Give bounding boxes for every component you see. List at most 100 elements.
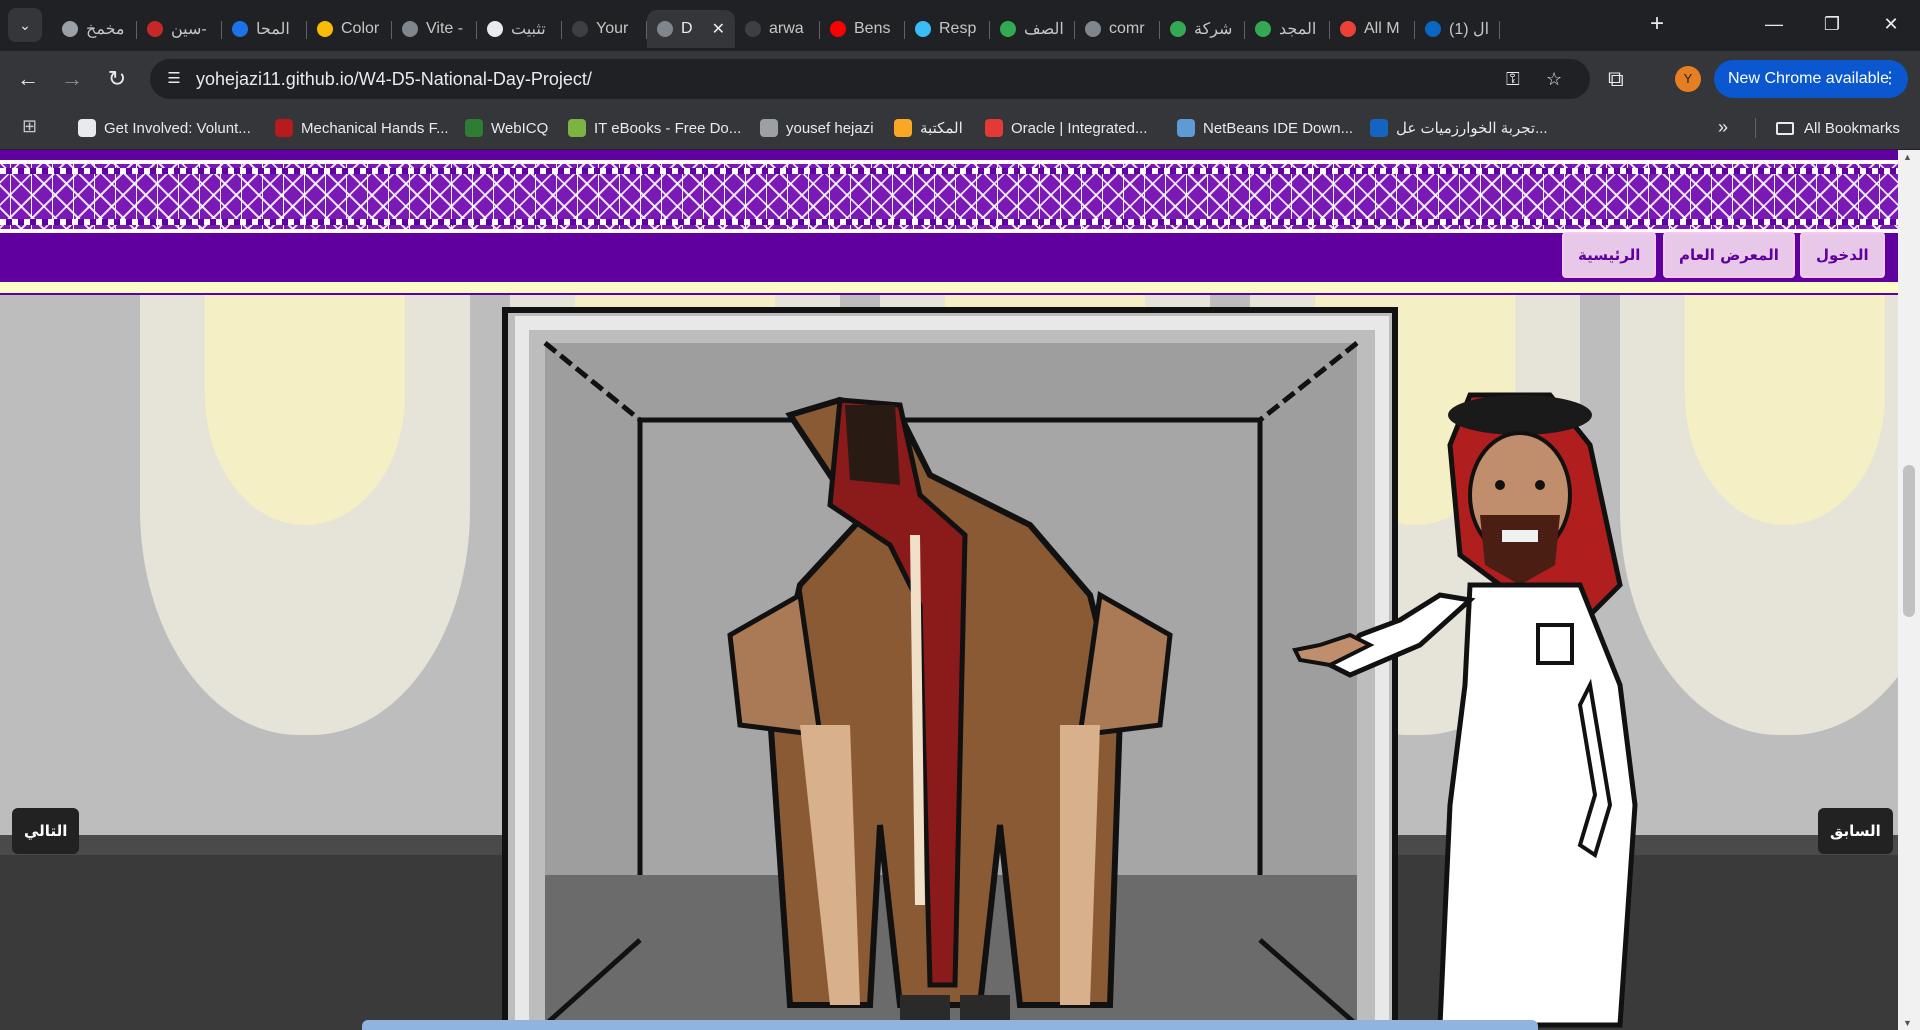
sadu-pattern-band bbox=[0, 160, 1898, 233]
all-bookmarks-button[interactable]: All Bookmarks bbox=[1776, 107, 1900, 149]
browser-tab[interactable]: D ✕ bbox=[647, 10, 735, 48]
all-bookmarks-label: All Bookmarks bbox=[1804, 119, 1900, 137]
site-settings-icon[interactable]: ☰ bbox=[164, 69, 184, 89]
sheet-icon bbox=[1000, 21, 1016, 37]
browser-tab[interactable]: المحا bbox=[222, 10, 307, 48]
browser-tab[interactable]: Bens bbox=[820, 10, 905, 48]
browser-tab[interactable]: arwa bbox=[735, 10, 820, 48]
browser-tab[interactable]: Vite - bbox=[392, 10, 477, 48]
bookmark-item[interactable]: Get Involved: Volunt... bbox=[78, 107, 251, 149]
bookmark-item[interactable]: Mechanical Hands F... bbox=[275, 107, 449, 149]
bookmark-label: WebICQ bbox=[491, 119, 549, 137]
bookmark-item[interactable]: WebICQ bbox=[465, 107, 548, 149]
restore-button[interactable]: ❐ bbox=[1803, 0, 1861, 48]
hands-logo-icon bbox=[275, 119, 293, 137]
tailwind-icon bbox=[915, 21, 931, 37]
browser-tab[interactable]: comr bbox=[1075, 10, 1160, 48]
m-logo-icon bbox=[78, 119, 96, 137]
nav-gallery-button[interactable]: المعرض العام bbox=[1663, 232, 1795, 278]
tab-title: سين- bbox=[171, 21, 207, 38]
bookmark-label: تجربة الخوارزميات عل... bbox=[1396, 120, 1548, 137]
extensions-icon[interactable]: ⧉ bbox=[1608, 66, 1624, 92]
h-logo-icon bbox=[1370, 119, 1388, 137]
bookmark-label: yousef hejazi bbox=[786, 119, 874, 137]
chrome-update-button[interactable]: New Chrome available ⋮ bbox=[1714, 60, 1908, 98]
forward-button[interactable]: → bbox=[58, 65, 86, 93]
tab-title: D bbox=[681, 20, 693, 37]
scrollbar-thumb[interactable] bbox=[1903, 465, 1915, 617]
icq-flower-icon bbox=[465, 119, 483, 137]
browser-toolbar: ← → ↻ ☰ yohejazi11.github.io/W4-D5-Natio… bbox=[0, 51, 1920, 107]
folder-icon bbox=[1776, 121, 1794, 135]
bookmark-label: NetBeans IDE Down... bbox=[1203, 119, 1354, 137]
browser-tab[interactable]: (1) ال bbox=[1415, 10, 1500, 48]
openai-icon bbox=[487, 21, 503, 37]
library-logo-icon bbox=[894, 119, 912, 137]
menu-kebab-icon[interactable]: ⋮ bbox=[1882, 60, 1898, 98]
address-bar[interactable]: ☰ yohejazi11.github.io/W4-D5-National-Da… bbox=[150, 59, 1590, 99]
tab-title: المجد bbox=[1279, 21, 1317, 38]
browser-tab[interactable]: Resp bbox=[905, 10, 990, 48]
globe-icon bbox=[1085, 21, 1101, 37]
password-key-icon[interactable]: ⚿ bbox=[1506, 69, 1520, 89]
bookmarks-divider bbox=[1755, 118, 1756, 138]
next-slide-button[interactable]: التالي bbox=[12, 808, 80, 854]
apps-grid-icon[interactable]: ⊞ bbox=[22, 116, 37, 137]
browser-tab[interactable]: تثبيت bbox=[477, 10, 562, 48]
tab-title: Color bbox=[341, 20, 380, 37]
bookmark-label: Mechanical Hands F... bbox=[301, 119, 449, 137]
close-tab-icon[interactable]: ✕ bbox=[712, 19, 725, 39]
bookmark-label: IT eBooks - Free Do... bbox=[594, 119, 742, 137]
bookmark-item[interactable]: IT eBooks - Free Do... bbox=[568, 107, 741, 149]
github-icon bbox=[572, 21, 588, 37]
bookmark-item[interactable]: NetBeans IDE Down... bbox=[1177, 107, 1353, 149]
tab-title: comr bbox=[1109, 20, 1145, 37]
browser-tab[interactable]: مخمخ - bbox=[52, 10, 137, 48]
tab-title: المحا bbox=[256, 21, 290, 38]
more-bookmarks-icon[interactable]: » bbox=[1718, 117, 1728, 138]
bookmark-item[interactable]: تجربة الخوارزميات عل... bbox=[1370, 107, 1548, 149]
browser-tab[interactable]: شركة bbox=[1160, 10, 1245, 48]
spotlight bbox=[140, 295, 470, 735]
bookmark-label: Oracle | Integrated... bbox=[1011, 119, 1148, 137]
bookmark-star-icon[interactable]: ☆ bbox=[1546, 69, 1562, 89]
tab-title: (1) ال bbox=[1449, 21, 1490, 38]
bookmark-item[interactable]: yousef hejazi bbox=[760, 107, 874, 149]
netbeans-icon bbox=[1177, 119, 1195, 137]
profile-avatar[interactable]: Y bbox=[1675, 66, 1701, 92]
tab-title: Your bbox=[596, 20, 629, 37]
browser-tab[interactable]: سين- bbox=[137, 10, 222, 48]
maps-pin-icon bbox=[1170, 21, 1186, 37]
previous-slide-button[interactable]: السابق bbox=[1818, 808, 1893, 854]
new-tab-button[interactable]: + bbox=[1650, 12, 1664, 36]
tab-title: All M bbox=[1364, 20, 1400, 37]
tab-title: Resp bbox=[939, 20, 977, 37]
tab-title: شركة bbox=[1194, 21, 1233, 38]
youtube-icon bbox=[830, 21, 846, 37]
browser-tab[interactable]: Your bbox=[562, 10, 647, 48]
bookmark-item[interactable]: Oracle | Integrated... bbox=[985, 107, 1147, 149]
browser-tab[interactable]: All M bbox=[1330, 10, 1415, 48]
guide-character-illustration bbox=[1292, 392, 1638, 1028]
header-accent-strip bbox=[0, 282, 1898, 293]
minimize-button[interactable]: — bbox=[1745, 0, 1803, 48]
close-window-button[interactable]: ✕ bbox=[1862, 0, 1920, 48]
globe-icon bbox=[657, 21, 673, 37]
url-text[interactable]: yohejazi11.github.io/W4-D5-National-Day-… bbox=[196, 69, 592, 90]
linkedin-icon bbox=[1425, 21, 1441, 37]
globe-icon bbox=[402, 21, 418, 37]
display-case-illustration bbox=[502, 307, 1398, 1030]
browser-tab[interactable]: المجد bbox=[1245, 10, 1330, 48]
browser-tab[interactable]: Color bbox=[307, 10, 392, 48]
bookmark-item[interactable]: المكتبة bbox=[894, 107, 963, 149]
page-viewport: التالي السابق الرئيسية المعرض العام الدخ… bbox=[0, 150, 1920, 1030]
nav-home-button[interactable]: الرئيسية bbox=[1562, 232, 1657, 278]
page-scrollbar[interactable]: ▲ ▼ bbox=[1898, 150, 1920, 1030]
browser-tab[interactable]: الصف bbox=[990, 10, 1075, 48]
reload-button[interactable]: ↻ bbox=[103, 65, 131, 93]
sin-logo-icon bbox=[147, 21, 163, 37]
tab-search-button[interactable]: ⌄ bbox=[8, 8, 42, 42]
back-button[interactable]: ← bbox=[14, 65, 42, 93]
nav-login-button[interactable]: الدخول bbox=[1800, 232, 1885, 278]
shield-icon bbox=[317, 21, 333, 37]
